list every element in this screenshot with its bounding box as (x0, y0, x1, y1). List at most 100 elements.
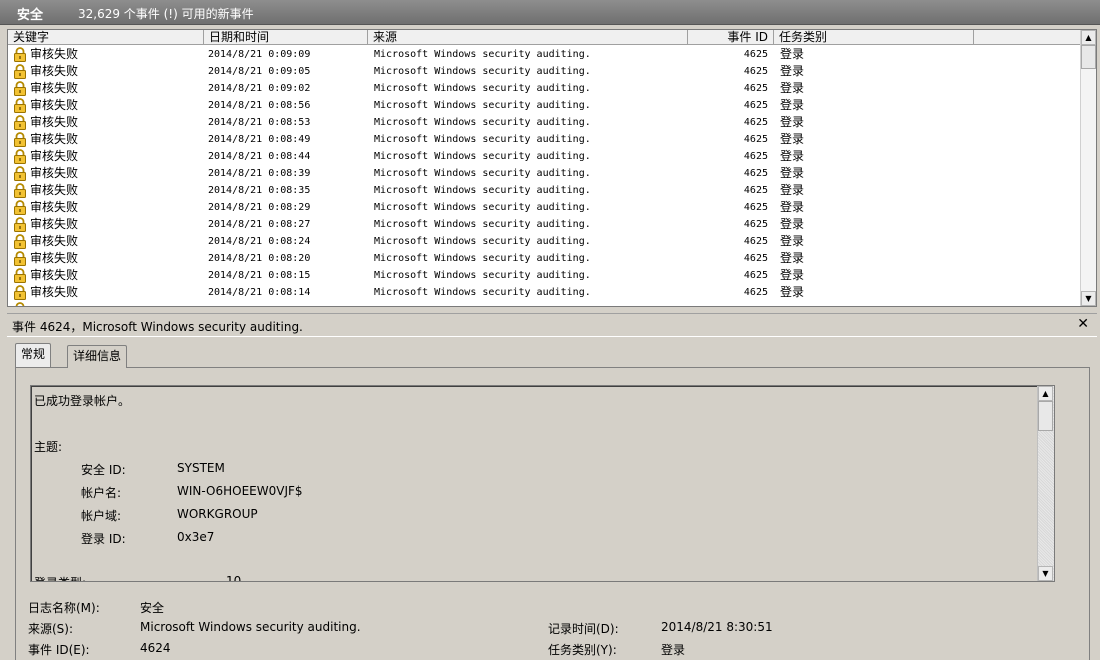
column-date[interactable]: 日期和时间 (204, 30, 368, 45)
row-source: Microsoft Windows security auditing. (374, 236, 591, 247)
scroll-up-icon[interactable]: ▲ (1081, 30, 1096, 45)
row-keyword: 审核失败 (30, 268, 79, 282)
row-date: 2014/8/21 0:08:20 (208, 253, 311, 264)
audit-failure-lock-icon (13, 166, 27, 181)
subject-label: 主题: (34, 440, 63, 454)
row-event-id: 4625 (743, 236, 768, 247)
table-row[interactable]: 审核失败 2014/8/21 0:08:14 Microsoft Windows s… (8, 284, 1081, 301)
table-row[interactable]: 审核失败 2014/8/21 0:08:44 Microsoft Windows s… (8, 148, 1081, 165)
row-keyword: 审核失败 (30, 183, 79, 197)
table-row[interactable]: 审核失败 2014/8/21 0:08:53 Microsoft Windows s… (8, 114, 1081, 131)
row-category: 登录 (780, 166, 805, 180)
row-source: Microsoft Windows security auditing. (374, 287, 591, 298)
title-bar: 安全 32,629 个事件 (!) 可用的新事件 (0, 0, 1100, 25)
row-event-id: 4625 (743, 66, 768, 77)
row-event-id: 4625 (743, 202, 768, 213)
row-keyword: 审核失败 (30, 81, 79, 95)
row-source: Microsoft Windows security auditing. (374, 202, 591, 213)
row-keyword: 审核失败 (30, 149, 79, 163)
details-title: 事件 4624，Microsoft Windows security audit… (12, 320, 303, 334)
row-source: Microsoft Windows security auditing. (374, 100, 591, 111)
scroll-down-icon[interactable]: ▼ (1038, 566, 1053, 581)
event-message[interactable]: 已成功登录帐户。 主题: 安全 ID: SYSTEM 帐户名: WIN-O6HO… (30, 385, 1055, 582)
audit-failure-lock-icon (13, 268, 27, 283)
table-row[interactable]: 审核失败 2014/8/21 0:09:02 Microsoft Windows s… (8, 80, 1081, 97)
audit-failure-lock-icon (13, 47, 27, 62)
column-keyword[interactable]: 关键字 (8, 30, 204, 45)
table-row[interactable]: 审核失败 2014/8/21 0:09:09 Microsoft Windows s… (8, 46, 1081, 63)
row-keyword: 审核失败 (30, 47, 79, 61)
row-keyword: 审核失败 (30, 217, 79, 231)
event-list[interactable]: 关键字 日期和时间 来源 事件 ID 任务类别 审核失败 2014/8/21 0:… (7, 29, 1097, 307)
row-event-id: 4625 (743, 100, 768, 111)
row-source: Microsoft Windows security auditing. (374, 219, 591, 230)
row-keyword: 审核失败 (30, 251, 79, 265)
recorded-value: 2014/8/21 8:30:51 (661, 620, 773, 634)
field-value: 0x3e7 (177, 530, 215, 544)
table-row[interactable]: 审核失败 2014/8/21 0:08:20 Microsoft Windows s… (8, 250, 1081, 267)
row-source: Microsoft Windows security auditing. (374, 168, 591, 179)
table-row-partial[interactable] (8, 301, 1081, 306)
row-date: 2014/8/21 0:08:15 (208, 270, 311, 281)
row-keyword: 审核失败 (30, 98, 79, 112)
field-value: SYSTEM (177, 461, 225, 475)
column-category[interactable]: 任务类别 (774, 30, 974, 45)
table-row[interactable]: 审核失败 2014/8/21 0:09:05 Microsoft Windows s… (8, 63, 1081, 80)
row-event-id: 4625 (743, 134, 768, 145)
column-event-id[interactable]: 事件 ID (688, 30, 774, 45)
table-row[interactable]: 审核失败 2014/8/21 0:08:49 Microsoft Windows s… (8, 131, 1081, 148)
row-date: 2014/8/21 0:08:49 (208, 134, 311, 145)
table-row[interactable]: 审核失败 2014/8/21 0:08:39 Microsoft Windows s… (8, 165, 1081, 182)
category-value: 登录 (661, 643, 686, 657)
table-row[interactable]: 审核失败 2014/8/21 0:08:29 Microsoft Windows s… (8, 199, 1081, 216)
row-source: Microsoft Windows security auditing. (374, 134, 591, 145)
table-row[interactable]: 审核失败 2014/8/21 0:08:15 Microsoft Windows s… (8, 267, 1081, 284)
row-date: 2014/8/21 0:09:09 (208, 49, 311, 60)
row-category: 登录 (780, 98, 805, 112)
list-rows: 审核失败 2014/8/21 0:09:09 Microsoft Windows s… (8, 46, 1081, 306)
tab-details[interactable]: 详细信息 (67, 345, 128, 368)
column-source[interactable]: 来源 (368, 30, 688, 45)
recorded-label: 记录时间(D): (548, 622, 619, 636)
row-source: Microsoft Windows security auditing. (374, 151, 591, 162)
row-keyword: 审核失败 (30, 166, 79, 180)
row-event-id: 4625 (743, 117, 768, 128)
tab-general[interactable]: 常规 (15, 343, 52, 367)
row-date: 2014/8/21 0:08:27 (208, 219, 311, 230)
row-source: Microsoft Windows security auditing. (374, 270, 591, 281)
row-keyword: 审核失败 (30, 234, 79, 248)
row-event-id: 4625 (743, 168, 768, 179)
list-scrollbar[interactable]: ▲ ▼ (1080, 30, 1096, 306)
audit-failure-lock-icon (13, 149, 27, 164)
row-category: 登录 (780, 183, 805, 197)
list-header: 关键字 日期和时间 来源 事件 ID 任务类别 (8, 30, 1081, 45)
table-row[interactable]: 审核失败 2014/8/21 0:08:35 Microsoft Windows s… (8, 182, 1081, 199)
column-blank (974, 30, 1081, 45)
scroll-thumb[interactable] (1038, 401, 1053, 431)
row-category: 登录 (780, 285, 805, 299)
row-keyword: 审核失败 (30, 115, 79, 129)
scroll-up-icon[interactable]: ▲ (1038, 386, 1053, 401)
row-date: 2014/8/21 0:08:39 (208, 168, 311, 179)
audit-failure-lock-icon (13, 98, 27, 113)
row-keyword: 审核失败 (30, 132, 79, 146)
scroll-thumb[interactable] (1081, 45, 1096, 69)
row-source: Microsoft Windows security auditing. (374, 66, 591, 77)
row-date: 2014/8/21 0:08:29 (208, 202, 311, 213)
row-source: Microsoft Windows security auditing. (374, 185, 591, 196)
audit-failure-lock-icon (13, 234, 27, 249)
message-scrollbar[interactable]: ▲ ▼ (1037, 386, 1054, 581)
event-id-value: 4624 (140, 641, 171, 655)
scroll-down-icon[interactable]: ▼ (1081, 291, 1096, 306)
log-name-label: 日志名称(M): (28, 601, 100, 615)
table-row[interactable]: 审核失败 2014/8/21 0:08:27 Microsoft Windows s… (8, 216, 1081, 233)
table-row[interactable]: 审核失败 2014/8/21 0:08:24 Microsoft Windows s… (8, 233, 1081, 250)
table-row[interactable]: 审核失败 2014/8/21 0:08:56 Microsoft Windows s… (8, 97, 1081, 114)
row-category: 登录 (780, 64, 805, 78)
row-category: 登录 (780, 149, 805, 163)
close-icon[interactable]: ✕ (1077, 316, 1089, 332)
log-name-value: 安全 (140, 601, 165, 615)
row-date: 2014/8/21 0:08:53 (208, 117, 311, 128)
row-event-id: 4625 (743, 151, 768, 162)
audit-failure-lock-icon (13, 302, 27, 306)
